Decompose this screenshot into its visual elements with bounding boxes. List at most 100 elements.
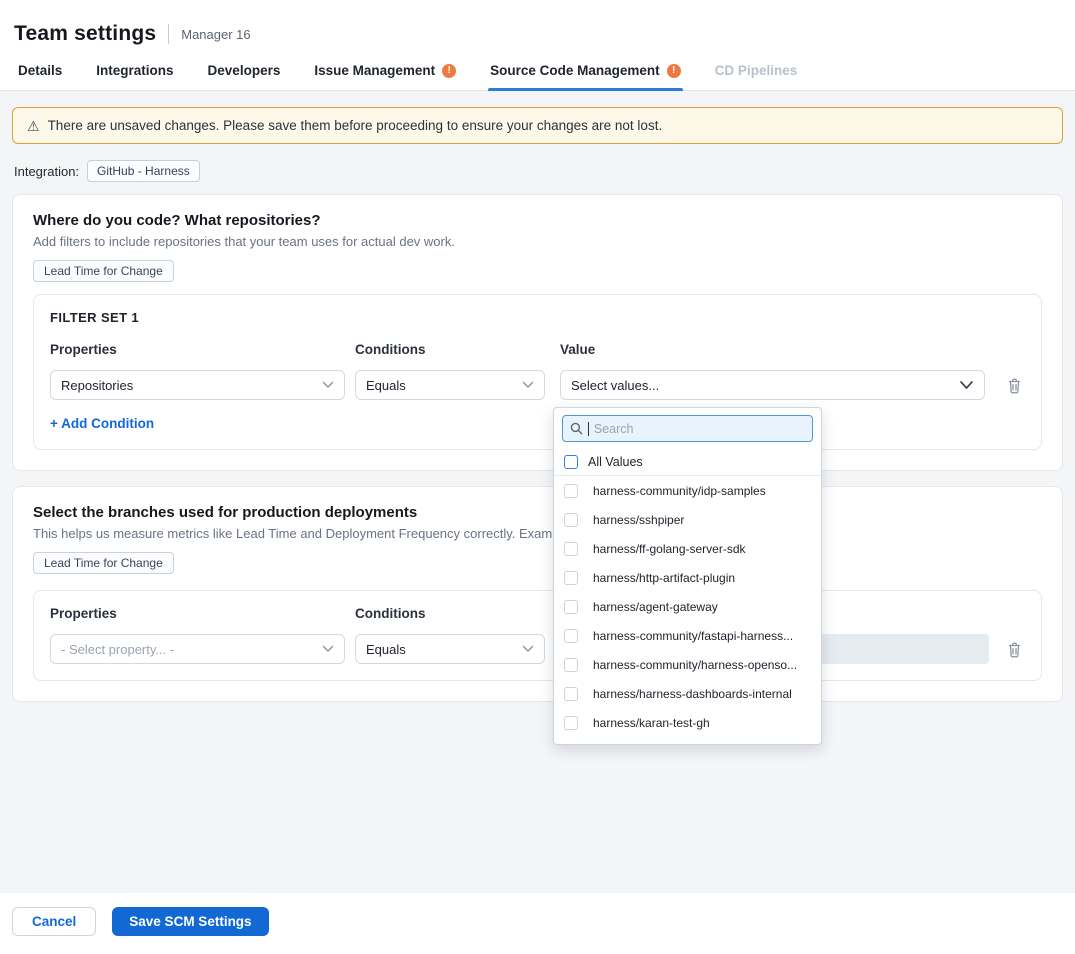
checkbox-unchecked[interactable] bbox=[564, 571, 578, 585]
repo-option[interactable]: harness-community/fastapi-harness... bbox=[554, 621, 821, 650]
lead-time-chip: Lead Time for Change bbox=[33, 552, 174, 574]
tab-label: CD Pipelines bbox=[715, 63, 798, 78]
title-divider bbox=[168, 24, 169, 44]
value-select-placeholder: Select values... bbox=[571, 378, 659, 393]
checkbox-unchecked[interactable] bbox=[564, 745, 578, 746]
unsaved-changes-banner: ⚠ There are unsaved changes. Please save… bbox=[12, 107, 1063, 144]
chevron-down-icon bbox=[322, 645, 334, 653]
tab-source-code-management[interactable]: Source Code Management ! bbox=[490, 63, 681, 90]
alert-badge-icon: ! bbox=[442, 64, 456, 78]
all-values-option[interactable]: All Values bbox=[554, 448, 821, 476]
checkbox-unchecked[interactable] bbox=[564, 455, 578, 469]
checkbox-unchecked[interactable] bbox=[564, 716, 578, 730]
all-values-label: All Values bbox=[588, 455, 643, 469]
repo-option-label: harness/http-artifact-plugin bbox=[588, 571, 735, 585]
repo-option[interactable]: harness-community/idp-samples bbox=[554, 476, 821, 505]
repo-option[interactable]: harness/ff-android-client-sdk bbox=[554, 737, 821, 745]
chevron-down-icon bbox=[959, 380, 974, 390]
repo-option-label: harness/karan-test-gh bbox=[588, 716, 710, 730]
condition-select-value: Equals bbox=[366, 378, 406, 393]
integration-row: Integration: GitHub - Harness bbox=[14, 160, 1063, 182]
checkbox-unchecked[interactable] bbox=[564, 687, 578, 701]
value-multiselect[interactable]: Select values... bbox=[560, 370, 985, 400]
repo-option-label: harness-community/idp-samples bbox=[588, 484, 766, 498]
tab-label: Integrations bbox=[96, 63, 173, 78]
checkbox-unchecked[interactable] bbox=[564, 542, 578, 556]
checkbox-unchecked[interactable] bbox=[564, 513, 578, 527]
trash-icon bbox=[1007, 377, 1022, 394]
branch-property-select[interactable]: - Select property... - bbox=[50, 634, 345, 664]
branch-filter-set: Properties Conditions - Select property.… bbox=[33, 590, 1042, 681]
conditions-column-label: Conditions bbox=[355, 606, 545, 621]
checkbox-unchecked[interactable] bbox=[564, 484, 578, 498]
tab-issue-management[interactable]: Issue Management ! bbox=[314, 63, 456, 90]
warning-text: There are unsaved changes. Please save t… bbox=[48, 118, 663, 133]
checkbox-unchecked[interactable] bbox=[564, 658, 578, 672]
search-icon bbox=[570, 422, 583, 435]
filter-set-title: FILTER SET 1 bbox=[50, 310, 1025, 325]
repo-option[interactable]: harness/karan-test-gh bbox=[554, 708, 821, 737]
repo-option[interactable]: harness-community/harness-openso... bbox=[554, 650, 821, 679]
tab-details[interactable]: Details bbox=[18, 63, 62, 90]
repositories-card: Where do you code? What repositories? Ad… bbox=[12, 194, 1063, 471]
repo-option[interactable]: harness/http-artifact-plugin bbox=[554, 563, 821, 592]
trash-icon bbox=[1007, 641, 1022, 658]
delete-filter-button[interactable] bbox=[1007, 641, 1022, 658]
branch-condition-value: Equals bbox=[366, 642, 406, 657]
repo-option-label: harness/ff-golang-server-sdk bbox=[588, 542, 746, 556]
tab-developers[interactable]: Developers bbox=[208, 63, 281, 90]
properties-column-label: Properties bbox=[50, 342, 345, 357]
tab-bar: Details Integrations Developers Issue Ma… bbox=[0, 54, 1075, 91]
chevron-down-icon bbox=[522, 645, 534, 653]
page-header: Team settings Manager 16 bbox=[0, 0, 1075, 54]
lead-time-chip: Lead Time for Change bbox=[33, 260, 174, 282]
tab-label: Issue Management bbox=[314, 63, 435, 78]
checkbox-unchecked[interactable] bbox=[564, 600, 578, 614]
property-select[interactable]: Repositories bbox=[50, 370, 345, 400]
branches-card: Select the branches used for production … bbox=[12, 486, 1063, 702]
repo-option[interactable]: harness/sshpiper bbox=[554, 505, 821, 534]
repo-option[interactable]: harness/ff-golang-server-sdk bbox=[554, 534, 821, 563]
repositories-card-title: Where do you code? What repositories? bbox=[33, 212, 1042, 229]
repositories-card-subtitle: Add filters to include repositories that… bbox=[33, 234, 1042, 249]
branches-card-title: Select the branches used for production … bbox=[33, 504, 1042, 521]
save-scm-settings-button[interactable]: Save SCM Settings bbox=[112, 907, 268, 936]
repo-option-label: harness-community/fastapi-harness... bbox=[588, 629, 793, 643]
integration-label: Integration: bbox=[14, 164, 79, 179]
delete-filter-button[interactable] bbox=[1007, 377, 1022, 394]
alert-badge-icon: ! bbox=[667, 64, 681, 78]
tab-cd-pipelines: CD Pipelines bbox=[715, 63, 798, 90]
condition-select[interactable]: Equals bbox=[355, 370, 545, 400]
page-subtitle: Manager 16 bbox=[181, 27, 250, 42]
repo-option[interactable]: harness/harness-dashboards-internal bbox=[554, 679, 821, 708]
repo-option-label: harness/harness-dashboards-internal bbox=[588, 687, 792, 701]
content-area: ⚠ There are unsaved changes. Please save… bbox=[0, 91, 1075, 893]
search-input[interactable] bbox=[594, 422, 805, 436]
integration-chip: GitHub - Harness bbox=[87, 160, 200, 182]
tab-label: Developers bbox=[208, 63, 281, 78]
checkbox-unchecked[interactable] bbox=[564, 629, 578, 643]
footer-actions: Cancel Save SCM Settings bbox=[0, 893, 1075, 950]
branches-card-subtitle: This helps us measure metrics like Lead … bbox=[33, 526, 1042, 541]
chevron-down-icon bbox=[322, 381, 334, 389]
repo-option-label: harness-community/harness-openso... bbox=[588, 658, 797, 672]
repo-option[interactable]: harness/agent-gateway bbox=[554, 592, 821, 621]
add-condition-link[interactable]: + Add Condition bbox=[50, 416, 154, 431]
property-select-value: Repositories bbox=[61, 378, 133, 393]
text-cursor bbox=[588, 422, 589, 436]
branch-condition-select[interactable]: Equals bbox=[355, 634, 545, 664]
page-title: Team settings bbox=[14, 22, 156, 46]
properties-column-label: Properties bbox=[50, 606, 345, 621]
filter-set-1: FILTER SET 1 Properties Conditions Value… bbox=[33, 294, 1042, 450]
tab-label: Details bbox=[18, 63, 62, 78]
repo-option-label: harness/sshpiper bbox=[588, 513, 684, 527]
repo-option-label: harness/ff-android-client-sdk bbox=[588, 745, 744, 746]
cancel-button[interactable]: Cancel bbox=[12, 907, 96, 936]
tab-label: Source Code Management bbox=[490, 63, 660, 78]
dropdown-search-box[interactable] bbox=[562, 415, 813, 442]
branch-property-placeholder: - Select property... - bbox=[61, 642, 174, 657]
value-column-label: Value bbox=[560, 342, 985, 357]
value-dropdown-panel: All Values harness-community/idp-samples… bbox=[553, 407, 822, 745]
tab-integrations[interactable]: Integrations bbox=[96, 63, 173, 90]
warning-triangle-icon: ⚠ bbox=[27, 119, 40, 133]
